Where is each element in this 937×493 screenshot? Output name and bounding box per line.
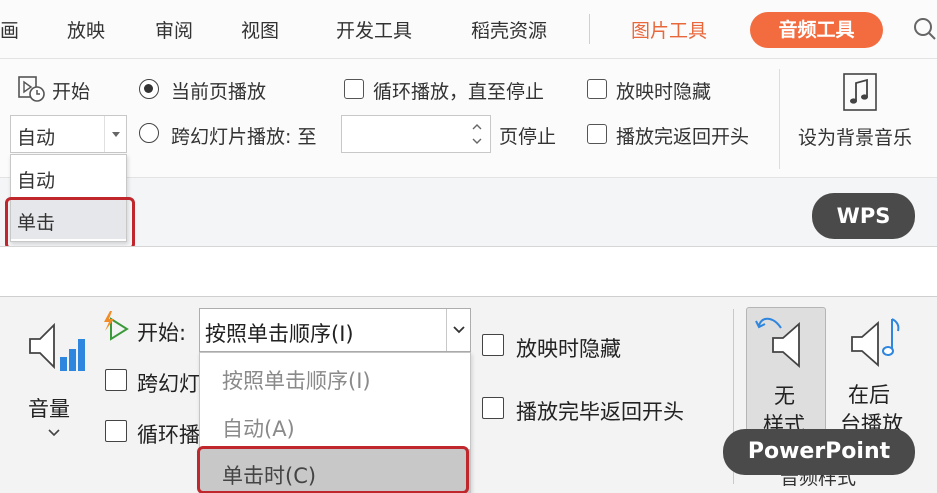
loop-until-stopped-checkbox[interactable] [105,420,127,442]
tab-view[interactable]: 视图 [241,16,279,43]
powerpoint-panel: 音量 开始: 按照单击顺序(I) 跨幻灯 循环播 放映时隐藏 播放完毕返回开头 … [0,296,937,493]
hide-during-show-label: 放映时隐藏 [516,337,621,361]
rewind-after-playing-checkbox[interactable] [482,397,504,419]
speaker-volume-icon [29,322,85,371]
play-across-slides-label: 跨幻灯 [137,372,200,396]
spinner-arrows-icon[interactable] [470,120,484,148]
current-page-play-label: 当前页播放 [171,81,267,103]
chevron-down-icon [48,429,60,437]
start-clock-icon [18,76,45,102]
rewind-after-playing-label: 播放完毕返回开头 [516,400,684,424]
tab-docer-resources[interactable]: 稻壳资源 [471,16,547,43]
dropdown-option-automatically[interactable]: 自动(A) [200,403,470,447]
no-style-label-1: 无 [774,384,795,408]
page-stop-label: 页停止 [499,126,557,148]
option-label: 自动(A) [222,417,295,441]
option-label: 自动 [17,170,56,192]
combo-divider [446,309,447,351]
hide-during-show-checkbox[interactable] [587,79,607,99]
stop-page-spinner[interactable] [341,115,491,153]
tab-developer[interactable]: 开发工具 [336,16,412,43]
cross-slide-play-label: 跨幻灯片播放: 至 [171,126,317,148]
option-label: 按照单击顺序(I) [222,369,371,393]
loop-until-stopped-label: 循环播 [137,423,200,447]
tab-picture-tools[interactable]: 图片工具 [631,16,707,43]
tab-review[interactable]: 审阅 [155,16,193,43]
hide-during-show-checkbox[interactable] [482,334,504,356]
tab-audio-tools[interactable]: 音频工具 [750,12,883,48]
play-in-background-button[interactable]: 在后 台播放 [836,307,918,449]
tab-slideshow-partial[interactable]: 画 [0,16,19,43]
chevron-down-icon[interactable] [110,129,122,139]
no-style-button[interactable]: 无 样式 [746,307,826,449]
start-trigger-icon [104,311,129,341]
no-style-speaker-icon [755,317,800,368]
rewind-after-play-label: 播放完返回开头 [616,126,750,148]
dropdown-option-in-click-sequence[interactable]: 按照单击顺序(I) [200,355,470,399]
background-play-speaker-icon [851,318,900,367]
cross-slide-play-radio[interactable] [139,123,159,143]
loop-until-stop-label: 循环播放，直至停止 [373,81,545,103]
dropdown-option-auto[interactable]: 自动 [11,157,126,197]
start-mode-combo[interactable]: 自动 [10,115,127,153]
hide-during-show-label: 放映时隐藏 [616,81,712,103]
rewind-after-play-checkbox[interactable] [587,124,607,144]
tab-separator [589,14,590,44]
start-mode-value: 自动 [17,127,56,149]
ribbon-tab-bar: 画 放映 审阅 视图 开发工具 稻壳资源 图片工具 音频工具 [0,0,937,58]
highlight-box [197,446,469,493]
set-background-music-button[interactable]: 设为背景音乐 [792,67,932,167]
volume-label: 音量 [28,397,70,421]
play-across-slides-checkbox[interactable] [105,369,127,391]
start-label: 开始 [52,81,91,103]
tab-slideshow[interactable]: 放映 [67,16,105,43]
highlight-box [5,197,135,246]
combo-divider [104,116,105,152]
current-page-play-radio[interactable] [139,79,159,99]
music-note-icon [843,73,877,111]
start-order-value: 按照单击顺序(I) [205,322,354,346]
ribbon-separator [779,69,780,169]
start-label: 开始: [137,321,187,345]
chevron-down-icon[interactable] [452,325,466,335]
volume-button[interactable]: 音量 [20,311,92,451]
play-in-background-label-1: 在后 [848,383,890,407]
start-order-combo[interactable]: 按照单击顺序(I) [199,308,471,352]
loop-until-stop-checkbox[interactable] [344,79,364,99]
powerpoint-badge: PowerPoint [723,429,915,475]
wps-badge: WPS [812,193,915,239]
wps-panel: 画 放映 审阅 视图 开发工具 稻壳资源 图片工具 音频工具 开始 当前页播放 … [0,0,937,247]
search-icon[interactable] [912,16,937,42]
audio-tools-ribbon: 开始 当前页播放 跨幻灯片播放: 至 页停止 循环播放，直至停止 放映时隐藏 播… [0,58,937,178]
set-background-music-label: 设为背景音乐 [798,127,913,149]
